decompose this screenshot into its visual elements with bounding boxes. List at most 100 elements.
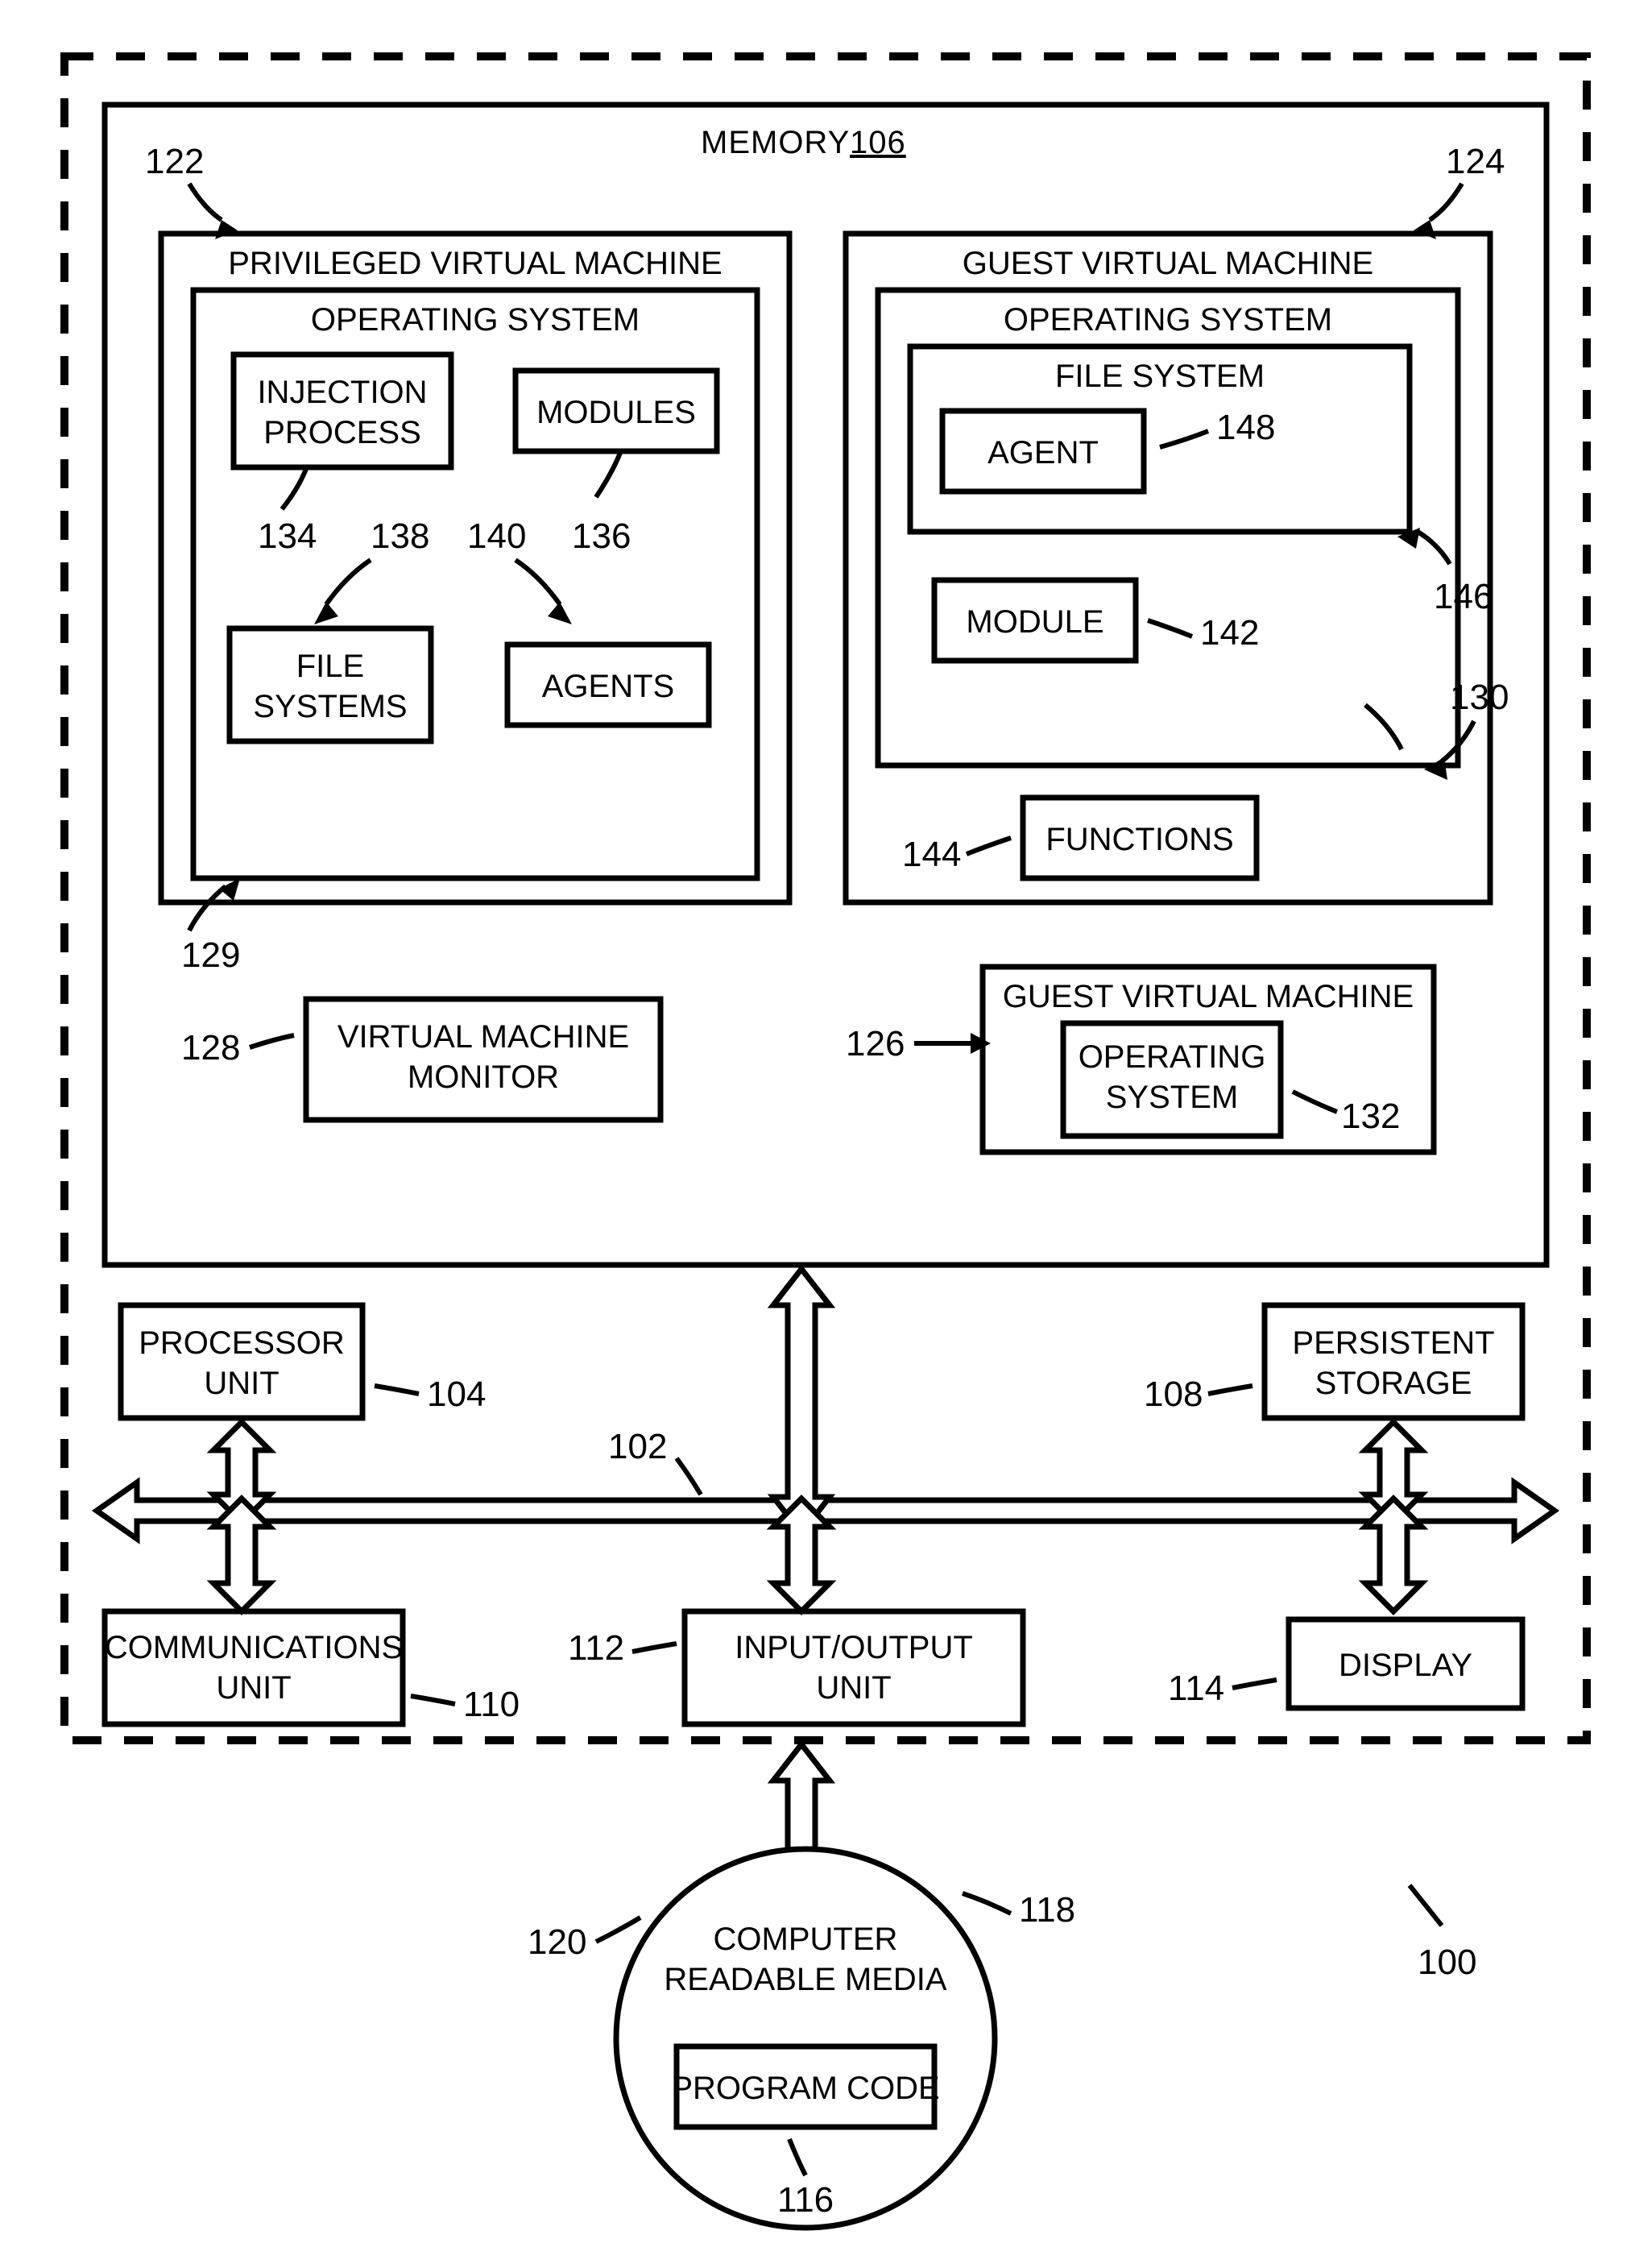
- processor-box: PROCESSOR UNIT: [121, 1305, 362, 1418]
- svg-text:AGENTS: AGENTS: [542, 669, 674, 704]
- guest-agent-box: AGENT: [942, 411, 1144, 491]
- svg-text:OPERATING: OPERATING: [1079, 1039, 1266, 1075]
- bus-arrow: [97, 1482, 1555, 1539]
- comm-box: COMMUNICATIONS UNIT: [105, 1611, 403, 1724]
- system-boundary: [64, 56, 1587, 1740]
- svg-text:114: 114: [1168, 1669, 1224, 1708]
- svg-text:PROCESSOR: PROCESSOR: [139, 1325, 345, 1361]
- svg-text:INPUT/OUTPUT: INPUT/OUTPUT: [735, 1630, 973, 1665]
- svg-text:104: 104: [427, 1374, 486, 1414]
- ref-100: 100: [1410, 1885, 1476, 1982]
- svg-text:VIRTUAL MACHINE: VIRTUAL MACHINE: [337, 1019, 629, 1055]
- arrow-crm-io: [773, 1744, 830, 1861]
- ref-102: 102: [608, 1427, 701, 1495]
- ref-118: 118: [963, 1890, 1075, 1930]
- guest-vm2-title: GUEST VIRTUAL MACHINE: [1003, 979, 1414, 1014]
- ref-128: 128: [181, 1028, 294, 1068]
- svg-text:132: 132: [1341, 1097, 1400, 1136]
- memory-ref: 106: [850, 125, 906, 160]
- ref-112: 112: [568, 1628, 677, 1668]
- svg-text:MODULES: MODULES: [536, 395, 696, 430]
- guest-module-box: MODULE: [934, 580, 1136, 661]
- ref-126: 126: [846, 1024, 991, 1064]
- modules-box: MODULES: [515, 371, 717, 451]
- io-box: INPUT/OUTPUT UNIT: [685, 1611, 1023, 1724]
- file-systems-box: FILE SYSTEMS: [230, 628, 431, 741]
- svg-text:118: 118: [1019, 1890, 1075, 1930]
- vmm-box: VIRTUAL MACHINE MONITOR: [306, 999, 660, 1120]
- svg-text:130: 130: [1450, 678, 1509, 717]
- arrow-disp-bus: [1365, 1499, 1422, 1611]
- svg-text:UNIT: UNIT: [816, 1670, 891, 1706]
- ref-142: 142: [1148, 613, 1259, 653]
- svg-text:PROGRAM CODE: PROGRAM CODE: [671, 2071, 939, 2106]
- svg-text:142: 142: [1200, 613, 1259, 653]
- memory-title: MEMORY: [701, 125, 850, 160]
- svg-text:116: 116: [777, 2180, 834, 2220]
- ref-122: 122: [145, 142, 238, 239]
- svg-text:128: 128: [181, 1028, 240, 1068]
- arrow-memory-bus: [773, 1269, 830, 1533]
- svg-text:COMMUNICATIONS: COMMUNICATIONS: [105, 1630, 403, 1665]
- ref-130b: 130: [1424, 678, 1509, 780]
- svg-text:PERSISTENT: PERSISTENT: [1292, 1325, 1494, 1361]
- svg-text:UNIT: UNIT: [216, 1670, 291, 1706]
- svg-text:134: 134: [258, 516, 317, 556]
- svg-text:136: 136: [572, 516, 631, 556]
- ref-132: 132: [1293, 1092, 1400, 1136]
- svg-text:110: 110: [463, 1685, 520, 1724]
- svg-text:129: 129: [181, 935, 240, 975]
- svg-text:DISPLAY: DISPLAY: [1339, 1648, 1472, 1683]
- ref-129: 129: [181, 878, 240, 975]
- svg-text:120: 120: [528, 1922, 586, 1962]
- priv-os-title: OPERATING SYSTEM: [311, 302, 640, 338]
- ref-134: 134: [258, 469, 317, 556]
- svg-text:STORAGE: STORAGE: [1315, 1366, 1472, 1401]
- ref-108: 108: [1144, 1374, 1252, 1414]
- svg-text:SYSTEMS: SYSTEMS: [253, 689, 407, 724]
- svg-text:102: 102: [608, 1427, 667, 1466]
- ref-136: 136: [572, 453, 631, 556]
- ref-138: 138: [314, 516, 429, 624]
- svg-text:124: 124: [1446, 142, 1505, 181]
- guest-os-title: OPERATING SYSTEM: [1004, 302, 1332, 338]
- svg-text:146: 146: [1434, 577, 1493, 616]
- svg-text:FILE: FILE: [296, 649, 364, 684]
- ref-144: 144: [902, 835, 1011, 874]
- svg-text:AGENT: AGENT: [987, 435, 1099, 471]
- svg-text:112: 112: [568, 1628, 624, 1668]
- svg-text:140: 140: [467, 516, 526, 556]
- svg-text:148: 148: [1216, 408, 1275, 447]
- ref-104: 104: [375, 1374, 486, 1414]
- svg-text:SYSTEM: SYSTEM: [1106, 1080, 1238, 1115]
- svg-text:122: 122: [145, 142, 204, 181]
- arrow-comm-bus: [213, 1499, 270, 1611]
- svg-text:UNIT: UNIT: [204, 1366, 279, 1401]
- svg-text:MODULE: MODULE: [966, 604, 1103, 640]
- svg-text:INJECTION: INJECTION: [257, 375, 427, 410]
- guest-fs-title: FILE SYSTEM: [1055, 359, 1265, 394]
- svg-text:144: 144: [902, 835, 961, 874]
- svg-text:126: 126: [846, 1024, 905, 1064]
- ref-114: 114: [1168, 1669, 1277, 1708]
- svg-text:PROCESS: PROCESS: [263, 415, 421, 450]
- svg-text:108: 108: [1144, 1374, 1203, 1414]
- svg-text:FUNCTIONS: FUNCTIONS: [1045, 822, 1233, 857]
- svg-text:MONITOR: MONITOR: [408, 1059, 559, 1095]
- functions-box: FUNCTIONS: [1023, 798, 1257, 878]
- ref-120: 120: [528, 1918, 640, 1962]
- ref-110: 110: [411, 1685, 520, 1724]
- svg-text:138: 138: [371, 516, 429, 556]
- injection-process-box: INJECTION PROCESS: [234, 355, 451, 467]
- svg-text:100: 100: [1418, 1943, 1476, 1982]
- ref-124: 124: [1414, 142, 1505, 239]
- persistent-storage-box: PERSISTENT STORAGE: [1265, 1305, 1522, 1418]
- ref-140: 140: [467, 516, 572, 624]
- ref-130: [1365, 705, 1402, 749]
- guest-vm-title: GUEST VIRTUAL MACHINE: [963, 246, 1373, 281]
- guest-fs-box: FILE SYSTEM: [910, 346, 1410, 532]
- svg-text:READABLE MEDIA: READABLE MEDIA: [664, 1962, 947, 1997]
- guest-vm2-os-box: OPERATING SYSTEM: [1063, 1023, 1281, 1136]
- agents-box: AGENTS: [507, 645, 709, 725]
- priv-vm-title: PRIVILEGED VIRTUAL MACHINE: [228, 246, 722, 281]
